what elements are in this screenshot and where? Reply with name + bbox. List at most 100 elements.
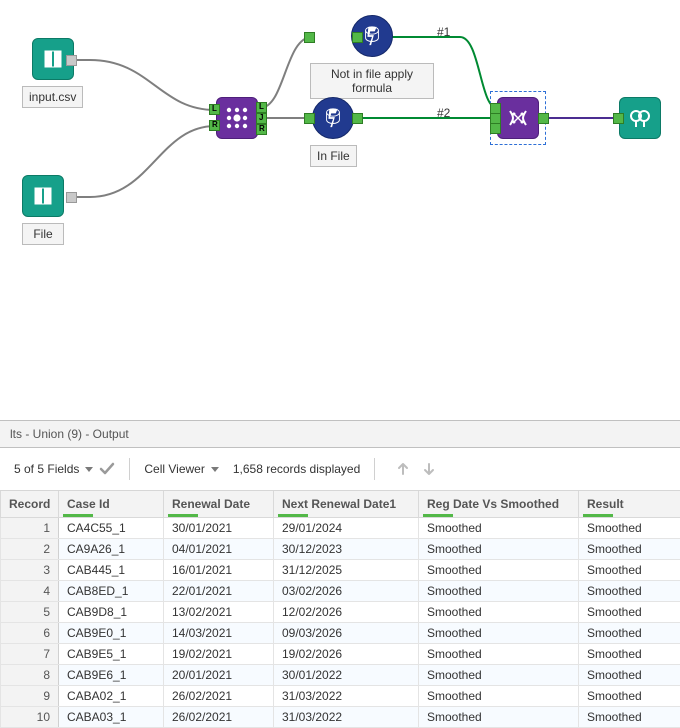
chevron-down-icon: [211, 467, 219, 472]
cell-result: Smoothed: [579, 707, 680, 728]
cell-result: Smoothed: [579, 623, 680, 644]
chevron-down-icon: [85, 467, 93, 472]
cell-result: Smoothed: [579, 581, 680, 602]
node-file[interactable]: File: [22, 175, 64, 245]
cell-record: 10: [1, 707, 59, 728]
cell-case-id: CAB9D8_1: [59, 602, 164, 623]
cell-reg-vs-smoothed: Smoothed: [419, 518, 579, 539]
col-record[interactable]: Record: [1, 491, 59, 518]
table-row[interactable]: 4CAB8ED_122/01/202103/02/2026SmoothedSmo…: [1, 581, 680, 602]
formula-icon: [312, 97, 354, 139]
cell-renewal-date: 13/02/2021: [164, 602, 274, 623]
cell-next-renewal: 12/02/2026: [274, 602, 419, 623]
cell-next-renewal: 31/03/2022: [274, 707, 419, 728]
output-anchor[interactable]: [66, 55, 77, 66]
results-header: lts - Union (9) - Output: [0, 420, 680, 448]
fields-dropdown[interactable]: 5 of 5 Fields: [14, 461, 115, 477]
table-row[interactable]: 9CABA02_126/02/202131/03/2022SmoothedSmo…: [1, 686, 680, 707]
arrow-down-button[interactable]: [421, 461, 437, 477]
union-icon: [497, 97, 539, 139]
cell-result: Smoothed: [579, 539, 680, 560]
cell-reg-vs-smoothed: Smoothed: [419, 539, 579, 560]
cell-next-renewal: 31/12/2025: [274, 560, 419, 581]
cell-next-renewal: 30/01/2022: [274, 665, 419, 686]
cell-record: 7: [1, 644, 59, 665]
table-row[interactable]: 8CAB9E6_120/01/202130/01/2022SmoothedSmo…: [1, 665, 680, 686]
cell-viewer-label: Cell Viewer: [144, 462, 204, 476]
table-row[interactable]: 10CABA03_126/02/202131/03/2022SmoothedSm…: [1, 707, 680, 728]
join-icon: [216, 97, 258, 139]
cell-next-renewal: 09/03/2026: [274, 623, 419, 644]
grid-header-row: Record Case Id Renewal Date Next Renewal…: [1, 491, 680, 518]
cell-renewal-date: 22/01/2021: [164, 581, 274, 602]
col-next-renewal[interactable]: Next Renewal Date1: [274, 491, 419, 518]
table-row[interactable]: 1CA4C55_130/01/202129/01/2024SmoothedSmo…: [1, 518, 680, 539]
node-formula-top[interactable]: Not in file apply formula: [310, 15, 434, 99]
conn-label-1: #1: [437, 25, 450, 39]
check-icon: [99, 461, 115, 477]
cell-reg-vs-smoothed: Smoothed: [419, 560, 579, 581]
cell-next-renewal: 31/03/2022: [274, 686, 419, 707]
node-input-csv[interactable]: input.csv: [22, 38, 83, 108]
cell-reg-vs-smoothed: Smoothed: [419, 644, 579, 665]
col-case-id[interactable]: Case Id: [59, 491, 164, 518]
results-grid[interactable]: Record Case Id Renewal Date Next Renewal…: [0, 491, 680, 728]
cell-case-id: CA9A26_1: [59, 539, 164, 560]
col-reg-vs-smoothed[interactable]: Reg Date Vs Smoothed: [419, 491, 579, 518]
input-anchor[interactable]: [304, 113, 315, 124]
table-row[interactable]: 3CAB445_116/01/202131/12/2025SmoothedSmo…: [1, 560, 680, 581]
col-renewal-date[interactable]: Renewal Date: [164, 491, 274, 518]
table-row[interactable]: 6CAB9E0_114/03/202109/03/2026SmoothedSmo…: [1, 623, 680, 644]
output-anchor[interactable]: [66, 192, 77, 203]
input-anchor[interactable]: [490, 123, 501, 134]
table-row[interactable]: 5CAB9D8_113/02/202112/02/2026SmoothedSmo…: [1, 602, 680, 623]
results-toolbar: 5 of 5 Fields Cell Viewer 1,658 records …: [0, 448, 680, 491]
cell-case-id: CA4C55_1: [59, 518, 164, 539]
cell-renewal-date: 04/01/2021: [164, 539, 274, 560]
table-row[interactable]: 2CA9A26_104/01/202130/12/2023SmoothedSmo…: [1, 539, 680, 560]
cell-next-renewal: 19/02/2026: [274, 644, 419, 665]
results-title: lts - Union (9) - Output: [10, 427, 129, 441]
cell-result: Smoothed: [579, 644, 680, 665]
cell-renewal-date: 20/01/2021: [164, 665, 274, 686]
conn-label-2: #2: [437, 106, 450, 120]
cell-reg-vs-smoothed: Smoothed: [419, 665, 579, 686]
node-formula-bottom[interactable]: In File: [310, 97, 357, 167]
col-result[interactable]: Result: [579, 491, 680, 518]
input-anchor-l[interactable]: [209, 104, 220, 115]
output-anchor[interactable]: [352, 32, 363, 43]
cell-renewal-date: 30/01/2021: [164, 518, 274, 539]
node-label: input.csv: [22, 86, 83, 108]
input-anchor-r[interactable]: [209, 120, 220, 131]
output-anchor[interactable]: [538, 113, 549, 124]
cell-renewal-date: 19/02/2021: [164, 644, 274, 665]
cell-viewer-dropdown[interactable]: Cell Viewer: [144, 462, 218, 476]
cell-reg-vs-smoothed: Smoothed: [419, 707, 579, 728]
cell-record: 3: [1, 560, 59, 581]
separator: [374, 458, 375, 480]
node-union[interactable]: [497, 97, 539, 139]
cell-result: Smoothed: [579, 560, 680, 581]
output-anchor-r[interactable]: [256, 124, 267, 135]
input-anchor[interactable]: [304, 32, 315, 43]
records-count: 1,658 records displayed: [233, 462, 360, 476]
cell-case-id: CABA02_1: [59, 686, 164, 707]
node-join[interactable]: [216, 97, 258, 139]
cell-renewal-date: 26/02/2021: [164, 707, 274, 728]
cell-result: Smoothed: [579, 518, 680, 539]
cell-renewal-date: 26/02/2021: [164, 686, 274, 707]
cell-record: 1: [1, 518, 59, 539]
cell-renewal-date: 14/03/2021: [164, 623, 274, 644]
cell-next-renewal: 30/12/2023: [274, 539, 419, 560]
input-anchor[interactable]: [613, 113, 624, 124]
output-anchor-j[interactable]: [256, 113, 267, 124]
node-browse[interactable]: [619, 97, 661, 139]
workflow-canvas[interactable]: input.csv File L R L J R Not in file app…: [0, 0, 680, 420]
table-row[interactable]: 7CAB9E5_119/02/202119/02/2026SmoothedSmo…: [1, 644, 680, 665]
arrow-up-button[interactable]: [395, 461, 411, 477]
output-anchor[interactable]: [352, 113, 363, 124]
separator: [129, 458, 130, 480]
browse-icon: [619, 97, 661, 139]
cell-next-renewal: 03/02/2026: [274, 581, 419, 602]
output-anchor-l[interactable]: [256, 102, 267, 113]
